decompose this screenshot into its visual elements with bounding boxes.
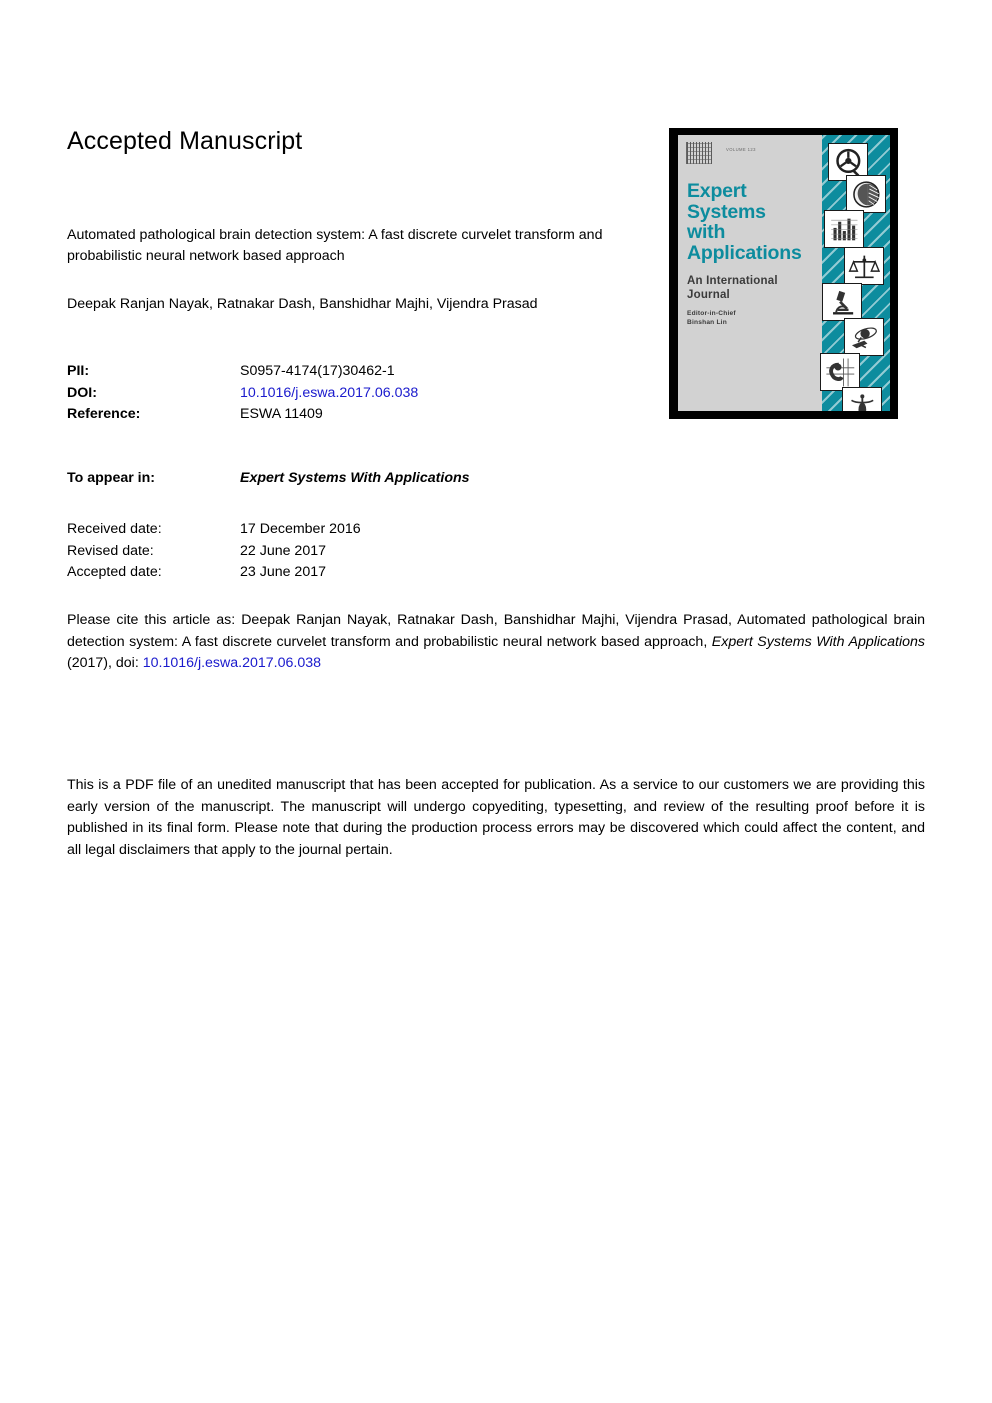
cover-volume-text: VOLUME 123 <box>726 147 756 152</box>
cover-editor-line-1: Editor-in-Chief <box>687 310 736 317</box>
circuit-industry-icon <box>820 353 860 391</box>
revised-date-value: 22 June 2017 <box>240 542 326 559</box>
microscope-icon <box>822 283 862 321</box>
cover-title-line-3: with <box>687 221 726 243</box>
planet-space-icon <box>844 318 884 356</box>
cover-title-line-4: Applications <box>687 241 802 264</box>
doi-row: DOI: 10.1016/j.eswa.2017.06.038 <box>67 383 418 405</box>
pii-value: S0957-4174(17)30462-1 <box>240 363 395 379</box>
journal-cover-image: VOLUME 123 Expert Systems with Applicati… <box>669 128 898 419</box>
cover-inner: VOLUME 123 Expert Systems with Applicati… <box>678 135 890 411</box>
page-title: Accepted Manuscript <box>67 127 303 155</box>
bar-chart-icon <box>824 210 864 248</box>
reference-value: ESWA 11409 <box>240 406 323 422</box>
cover-title-line-1: Expert <box>687 180 747 202</box>
citation-paragraph: Please cite this article as: Deepak Ranj… <box>67 610 925 675</box>
cover-subtitle: An International Journal <box>687 275 832 302</box>
reference-label: Reference: <box>67 406 141 422</box>
doi-link[interactable]: 10.1016/j.eswa.2017.06.038 <box>240 383 418 405</box>
citation-journal: Expert Systems With Applications <box>711 633 925 650</box>
to-appear-label: To appear in: <box>67 470 156 486</box>
identifiers-block: PII: S0957-4174(17)30462-1 DOI: 10.1016/… <box>67 361 418 426</box>
pii-label: PII: <box>67 363 90 379</box>
cover-journal-title: Expert Systems with Applications <box>687 181 832 263</box>
accepted-date-row: Accepted date: 23 June 2017 <box>67 562 361 584</box>
citation-doi-link[interactable]: 10.1016/j.eswa.2017.06.038 <box>143 655 321 671</box>
cover-title-line-2: Systems <box>687 200 766 223</box>
received-date-row: Received date: 17 December 2016 <box>67 519 361 541</box>
scales-of-justice-icon <box>844 247 884 285</box>
received-date-value: 17 December 2016 <box>240 521 361 537</box>
received-date-label: Received date: <box>67 521 162 537</box>
manuscript-cover-page: Accepted Manuscript Automated pathologic… <box>0 0 992 1403</box>
journal-name: Expert Systems With Applications <box>240 470 470 486</box>
publication-block: To appear in: Expert Systems With Applic… <box>67 468 470 490</box>
article-title: Automated pathological brain detection s… <box>67 227 603 264</box>
dates-block: Received date: 17 December 2016 Revised … <box>67 519 361 584</box>
cover-subtitle-line-2: Journal <box>687 288 730 301</box>
revised-date-row: Revised date: 22 June 2017 <box>67 541 361 563</box>
cover-editor: Editor-in-Chief Binshan Lin <box>687 310 832 327</box>
disclaimer-paragraph: This is a PDF file of an unedited manusc… <box>67 777 925 858</box>
head-profile-icon <box>846 175 886 213</box>
to-appear-row: To appear in: Expert Systems With Applic… <box>67 468 470 490</box>
citation-middle: (2017), doi: <box>67 655 143 671</box>
author-list: Deepak Ranjan Nayak, Ratnakar Dash, Bans… <box>67 296 538 312</box>
barcode-icon <box>686 142 712 164</box>
accepted-date-value: 23 June 2017 <box>240 564 326 580</box>
accepted-date-label: Accepted date: <box>67 564 162 580</box>
cover-editor-line-2: Binshan Lin <box>687 318 727 326</box>
revised-date-label: Revised date: <box>67 542 154 559</box>
pii-row: PII: S0957-4174(17)30462-1 <box>67 361 418 383</box>
reference-row: Reference: ESWA 11409 <box>67 404 418 426</box>
doi-label: DOI: <box>67 384 97 401</box>
cover-subtitle-line-1: An International <box>687 275 778 287</box>
caduceus-medical-icon <box>842 387 882 411</box>
